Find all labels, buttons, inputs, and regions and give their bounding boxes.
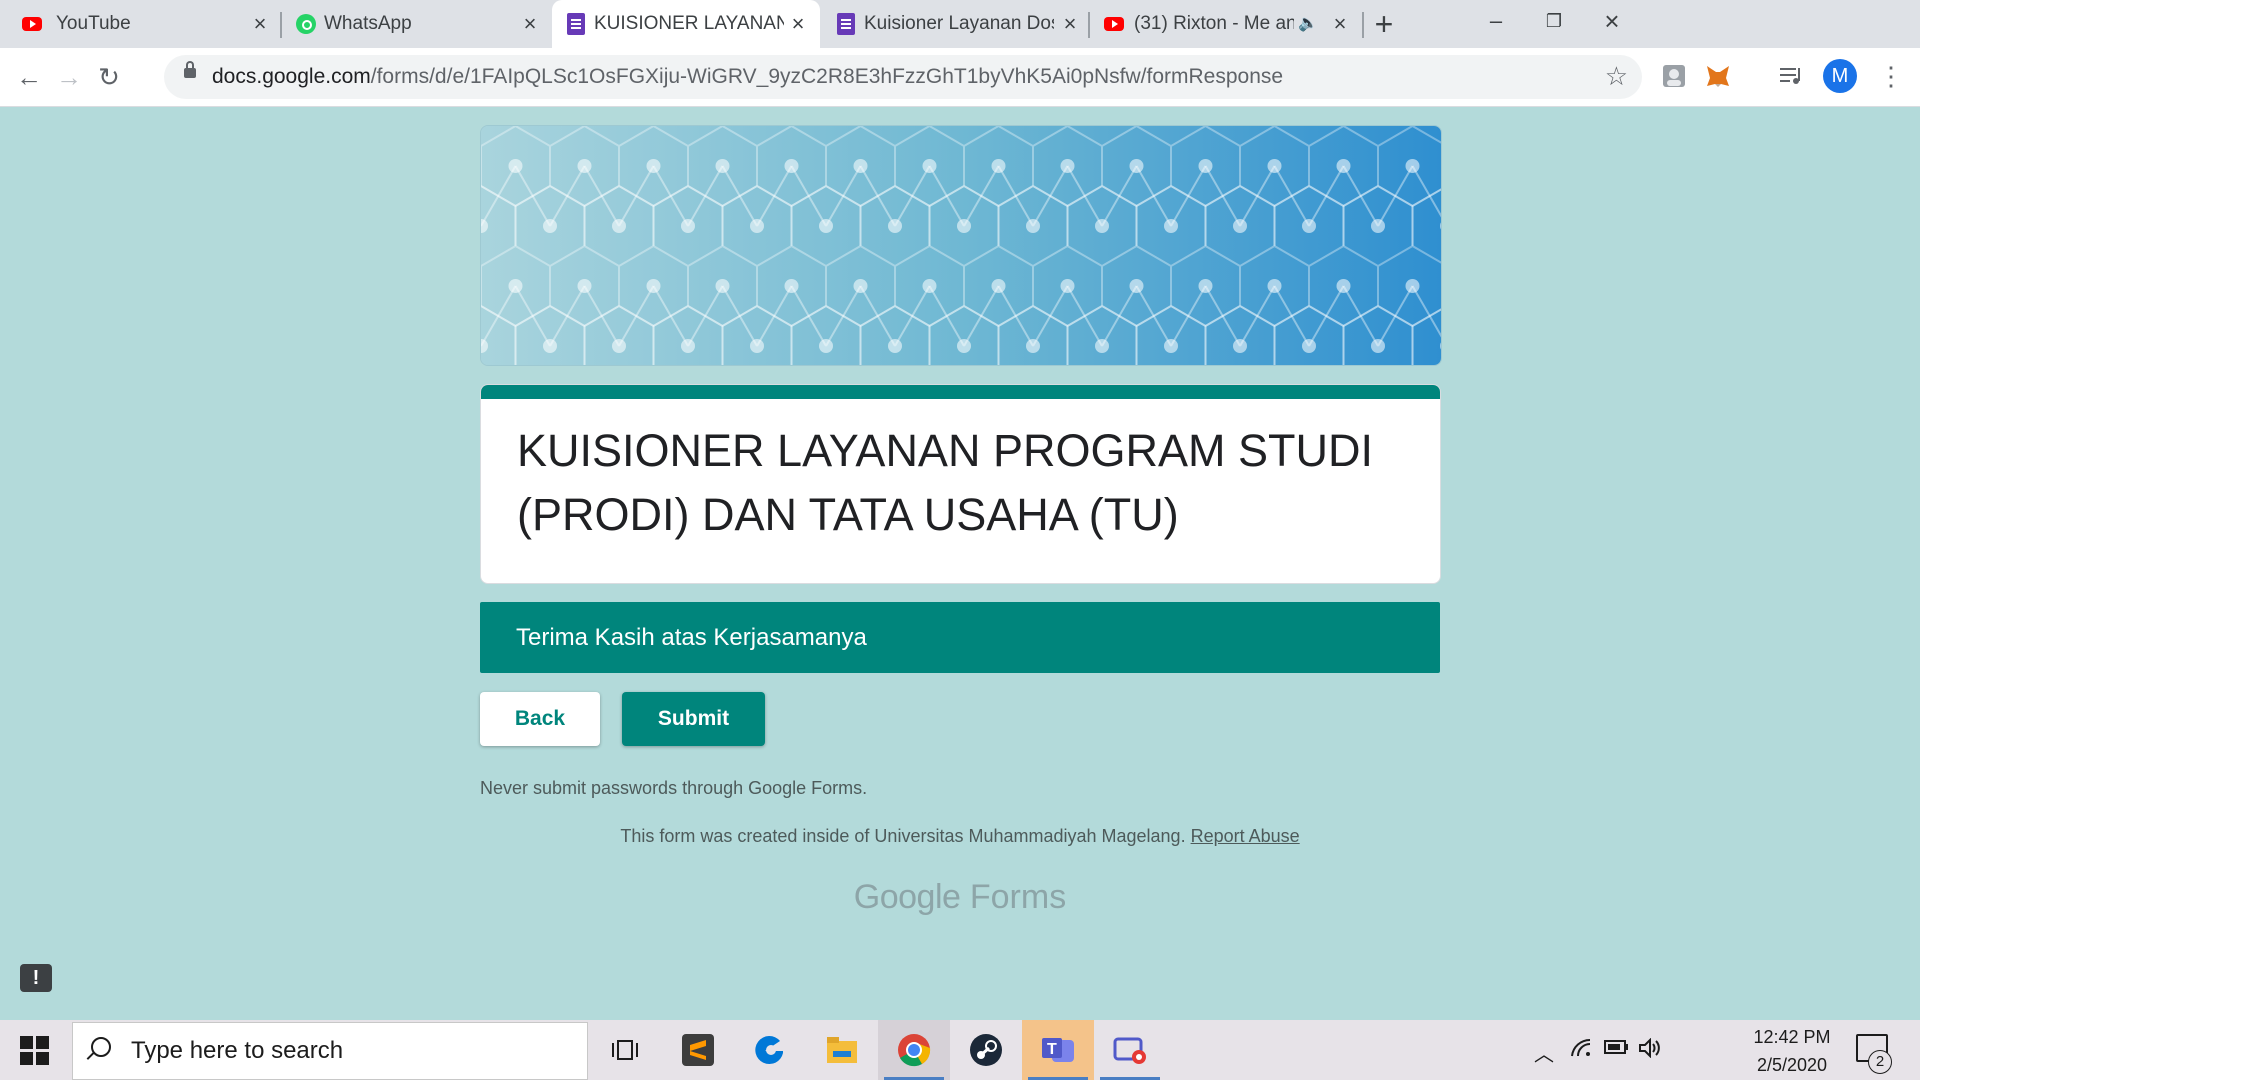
speaker-icon[interactable]: 🔈 [1296,12,1320,36]
url-path: /forms/d/e/1FAIpQLSc1OsFGXiju-WiGRV_9yzC… [370,65,1284,88]
more-menu-icon[interactable]: ⋮ [1878,58,1904,94]
created-notice-text: This form was created inside of Universi… [620,826,1186,846]
report-abuse-link[interactable]: Report Abuse [1191,826,1300,846]
close-icon[interactable]: × [518,12,542,36]
form-title-card: KUISIONER LAYANAN PROGRAM STUDI (PRODI) … [480,384,1441,584]
browser-tab-strip: YouTube × WhatsApp × KUISIONER LAYANAN P… [0,0,1920,48]
google-forms-logo: Google Forms [480,878,1440,917]
feedback-icon[interactable]: ! [20,964,52,992]
browser-toolbar: ← → ↻ docs.google.com/forms/d/e/1FAIpQLS… [0,48,1920,107]
volume-icon[interactable] [1638,1037,1662,1064]
bookmark-star-icon[interactable]: ☆ [1605,61,1628,92]
notification-count-badge: 2 [1868,1050,1892,1074]
tab-whatsapp[interactable]: WhatsApp × [282,0,552,48]
taskbar-search-box[interactable]: Type here to search [72,1022,588,1080]
logo-forms-text: Forms [969,878,1067,916]
extension-account-icon[interactable] [1660,62,1688,90]
search-icon [91,1037,111,1057]
form-title: KUISIONER LAYANAN PROGRAM STUDI (PRODI) … [517,425,1373,540]
url-host: docs.google.com [212,65,371,88]
window-close-button[interactable]: × [1582,6,1642,36]
task-view-icon[interactable] [590,1020,662,1080]
password-warning: Never submit passwords through Google Fo… [480,778,868,798]
tab-kuisioner-prodi[interactable]: KUISIONER LAYANAN PRO( × [552,0,820,48]
lock-icon [184,61,196,78]
empty-area [1920,0,2252,1080]
address-bar[interactable]: docs.google.com/forms/d/e/1FAIpQLSc1OsFG… [164,55,1642,99]
tab-title: YouTube [56,13,131,34]
form-header-image [480,125,1442,366]
close-icon[interactable]: × [248,12,272,36]
taskbar-search-placeholder: Type here to search [131,1037,344,1064]
chrome-icon[interactable] [878,1020,950,1080]
form-created-notice: This form was created inside of Universi… [480,826,1440,847]
show-hidden-icons-chevron-icon[interactable]: ︿ [1534,1038,1554,1067]
media-control-icon[interactable] [1778,62,1806,90]
close-icon[interactable]: × [1328,12,1352,36]
profile-avatar[interactable]: M [1823,59,1857,93]
sublime-text-icon[interactable] [662,1020,734,1080]
edge-browser-icon[interactable] [734,1020,806,1080]
section-header-text: Terima Kasih atas Kerjasamanya [516,624,867,651]
reload-icon[interactable]: ↻ [92,60,126,94]
back-arrow-icon[interactable]: ← [12,60,46,94]
close-icon[interactable]: × [786,12,810,36]
youtube-icon [1104,14,1124,34]
logo-google-text: Google [853,878,961,916]
desktop-screen: YouTube × WhatsApp × KUISIONER LAYANAN P… [0,0,1920,1080]
steam-icon[interactable] [950,1020,1022,1080]
teams-icon[interactable]: T [1022,1020,1094,1080]
network-icon[interactable] [1570,1038,1592,1064]
tab-rixton-video[interactable]: (31) Rixton - Me and M 🔈 × [1090,0,1360,48]
restore-button[interactable]: ❐ [1524,6,1584,36]
tab-title: Kuisioner Layanan Dosen [864,13,1054,34]
clock-date[interactable]: 2/5/2020 [1752,1052,1832,1078]
close-icon[interactable]: × [1058,12,1082,36]
tab-youtube[interactable]: YouTube × [0,0,276,48]
tab-title: WhatsApp [324,13,412,34]
youtube-icon [22,14,42,34]
windows-taskbar: Type here to search T ︿ 12:42 PM 2/5/202… [0,1020,1920,1080]
new-tab-button[interactable]: + [1368,8,1400,40]
clock-time[interactable]: 12:42 PM [1752,1024,1832,1050]
svg-text:T: T [1047,1041,1057,1058]
screen-recorder-icon[interactable] [1094,1020,1166,1080]
battery-icon[interactable] [1604,1038,1630,1061]
title-card-accent-bar [481,385,1440,399]
tab-separator [1362,12,1364,38]
url-text[interactable]: docs.google.com/forms/d/e/1FAIpQLSc1OsFG… [212,55,1283,99]
tab-title: (31) Rixton - Me and M [1134,13,1294,34]
tab-title: KUISIONER LAYANAN PRO( [594,13,784,34]
minimize-button[interactable]: – [1466,6,1526,36]
file-explorer-icon[interactable] [806,1020,878,1080]
windows-start-icon[interactable] [20,1036,50,1066]
metamask-fox-icon[interactable] [1704,62,1732,90]
forward-arrow-icon[interactable]: → [52,60,86,94]
whatsapp-icon [296,14,316,34]
back-button[interactable]: Back [480,692,600,746]
google-forms-icon [566,13,586,35]
submit-button[interactable]: Submit [622,692,765,746]
section-header: Terima Kasih atas Kerjasamanya [480,602,1440,673]
tab-kuisioner-dosen[interactable]: Kuisioner Layanan Dosen × [822,0,1088,48]
google-forms-icon [836,13,856,35]
